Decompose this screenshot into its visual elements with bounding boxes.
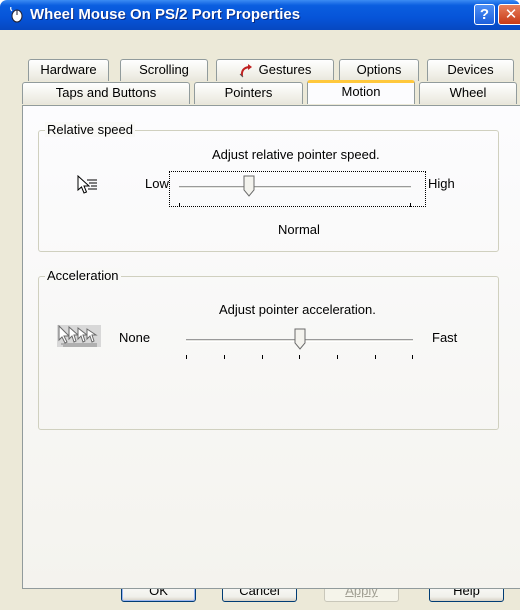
pointer-acceleration-icon <box>57 324 101 347</box>
dialog-body: Hardware Scrolling Gestures Options Devi… <box>0 30 520 610</box>
acceleration-tick <box>299 355 300 359</box>
tab-wheel[interactable]: Wheel <box>419 82 517 104</box>
title-close-button[interactable]: ✕ <box>498 4 520 25</box>
speed-tick <box>179 203 180 207</box>
acceleration-tick <box>224 355 225 359</box>
acceleration-slider-thumb[interactable] <box>294 328 306 350</box>
relative-speed-group: Relative speed Adjust relative pointer s… <box>38 122 499 252</box>
speed-low-label: Low <box>145 176 169 191</box>
speed-slider-track <box>179 186 411 189</box>
acceleration-tick <box>412 355 413 359</box>
acceleration-low-label: None <box>119 330 151 345</box>
title-bar[interactable]: Wheel Mouse On PS/2 Port Properties ? ✕ <box>0 0 520 30</box>
mouse-icon <box>10 7 23 23</box>
acceleration-caption: Adjust pointer acceleration. <box>219 302 376 317</box>
speed-high-label: High <box>428 176 455 191</box>
relative-speed-group-label: Relative speed <box>45 122 135 137</box>
acceleration-tick <box>337 355 338 359</box>
acceleration-tick <box>186 355 187 359</box>
window-title: Wheel Mouse On PS/2 Port Properties <box>30 6 301 23</box>
speed-value-label: Normal <box>278 222 320 237</box>
tab-gestures[interactable]: Gestures <box>216 59 334 81</box>
tab-gestures-label: Gestures <box>258 62 312 77</box>
relative-speed-caption: Adjust relative pointer speed. <box>212 147 380 162</box>
tab-hardware[interactable]: Hardware <box>28 59 109 81</box>
tab-motion[interactable]: Motion <box>307 80 415 104</box>
tab-options[interactable]: Options <box>339 59 419 81</box>
acceleration-high-label: Fast <box>432 330 458 345</box>
gesture-arrow-icon <box>239 63 252 77</box>
tab-pointers[interactable]: Pointers <box>194 82 303 104</box>
motion-panel: Relative speed Adjust relative pointer s… <box>22 105 520 589</box>
acceleration-group-label: Acceleration <box>45 268 121 283</box>
properties-window: Wheel Mouse On PS/2 Port Properties ? ✕ … <box>0 0 520 610</box>
tab-devices[interactable]: Devices <box>427 59 514 81</box>
acceleration-group: Acceleration Adjust pointer acceleration… <box>38 268 499 430</box>
tab-taps-and-buttons[interactable]: Taps and Buttons <box>22 82 190 104</box>
speed-slider-focus <box>169 171 426 207</box>
acceleration-tick <box>375 355 376 359</box>
speed-tick <box>410 203 411 207</box>
acceleration-tick <box>262 355 263 359</box>
title-help-button[interactable]: ? <box>474 4 495 25</box>
speed-slider-thumb[interactable] <box>243 175 255 197</box>
tab-scrolling[interactable]: Scrolling <box>120 59 208 81</box>
pointer-speed-icon <box>77 175 97 194</box>
